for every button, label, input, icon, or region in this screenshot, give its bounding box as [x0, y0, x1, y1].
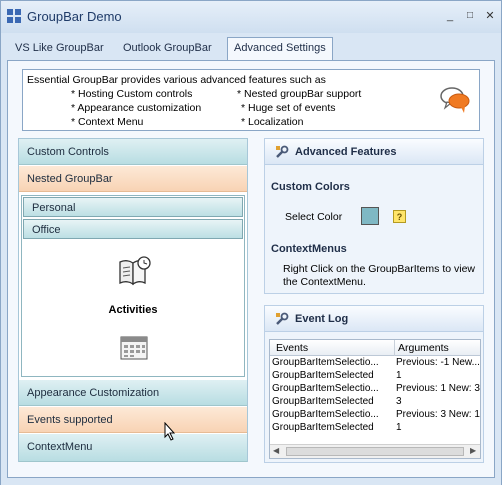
table-row[interactable]: GroupBarItemSelectio... Previous: 3 New: …	[270, 409, 480, 422]
groupbar-item-appearance-customization[interactable]: Appearance Customization	[19, 380, 247, 406]
info-box: Essential GroupBar provides various adva…	[22, 69, 480, 131]
tab-vs-like-groupbar[interactable]: VS Like GroupBar	[9, 38, 110, 60]
event-log-panel: Event Log Events Arguments GroupBarItemS…	[264, 305, 484, 463]
advanced-features-panel: Advanced Features Custom Colors Select C…	[264, 138, 484, 294]
chat-bubbles-icon	[440, 87, 470, 113]
nested-item-personal[interactable]: Personal	[23, 197, 243, 217]
close-button[interactable]: ✕	[483, 9, 497, 23]
mouse-pointer-icon	[164, 422, 176, 441]
contextmenus-description: Right Click on the GroupBarItems to view…	[283, 263, 475, 288]
tab-advanced-settings[interactable]: Advanced Settings	[227, 37, 333, 61]
table-row[interactable]: GroupBarItemSelected 3	[270, 396, 480, 409]
help-icon[interactable]: ?	[393, 210, 406, 223]
column-header-arguments[interactable]: Arguments	[398, 342, 449, 354]
feature-events: * Huge set of events	[241, 102, 336, 114]
custom-colors-heading: Custom Colors	[271, 181, 350, 193]
window-title: GroupBar Demo	[27, 9, 122, 24]
horizontal-scrollbar[interactable]: ◀ ▶	[270, 444, 480, 458]
app-window: GroupBar Demo _ □ ✕ VS Like GroupBar Out…	[0, 0, 502, 485]
column-header-events[interactable]: Events	[276, 342, 308, 354]
wrench-icon	[276, 145, 289, 158]
info-intro: Essential GroupBar provides various adva…	[27, 74, 326, 86]
app-grid-icon	[7, 9, 21, 23]
advanced-features-header[interactable]: Advanced Features	[265, 139, 483, 165]
groupbar-item-nested-groupbar[interactable]: Nested GroupBar	[19, 166, 247, 192]
tab-content: Essential GroupBar provides various adva…	[7, 60, 495, 478]
calendar-icon[interactable]	[120, 336, 148, 360]
activities-label: Activities	[108, 304, 158, 316]
minimize-button[interactable]: _	[443, 9, 457, 23]
table-row[interactable]: GroupBarItemSelectio... Previous: -1 New.…	[270, 357, 480, 370]
grid-header: Events Arguments	[270, 340, 480, 356]
title-bar: GroupBar Demo _ □ ✕	[1, 1, 501, 33]
maximize-button[interactable]: □	[463, 9, 477, 23]
nested-item-office[interactable]: Office	[23, 219, 243, 239]
groupbar-item-custom-controls[interactable]: Custom Controls	[19, 139, 247, 165]
nested-groupbar: Personal Office Activities	[21, 195, 245, 377]
feature-nested: * Nested groupBar support	[237, 88, 362, 100]
table-row[interactable]: GroupBarItemSelected 1	[270, 422, 480, 435]
feature-localization: * Localization	[241, 116, 304, 128]
contextmenus-heading: ContextMenus	[271, 243, 347, 255]
status-bar	[1, 478, 501, 485]
wrench-icon	[276, 312, 289, 325]
feature-hosting: * Hosting Custom controls	[71, 88, 193, 100]
event-log-grid[interactable]: Events Arguments GroupBarItemSelectio...…	[269, 339, 481, 459]
scroll-left-icon[interactable]: ◀	[273, 446, 279, 455]
book-clock-icon	[119, 256, 151, 286]
scrollbar-thumb[interactable]	[286, 447, 464, 456]
feature-context-menu: * Context Menu	[71, 116, 144, 128]
color-swatch-button[interactable]	[361, 207, 379, 225]
table-row[interactable]: GroupBarItemSelected 1	[270, 370, 480, 383]
event-log-header[interactable]: Event Log	[265, 306, 483, 332]
table-row[interactable]: GroupBarItemSelectio... Previous: 1 New: …	[270, 383, 480, 396]
select-color-label: Select Color	[285, 211, 343, 223]
event-log-title: Event Log	[295, 313, 349, 325]
groupbar: Custom Controls Nested GroupBar Personal…	[18, 138, 248, 462]
groupbar-item-contextmenu[interactable]: ContextMenu	[19, 434, 247, 462]
advanced-features-title: Advanced Features	[295, 146, 397, 158]
feature-appearance: * Appearance customization	[71, 102, 202, 114]
groupbar-item-events-supported[interactable]: Events supported	[19, 407, 247, 433]
scroll-right-icon[interactable]: ▶	[470, 446, 476, 455]
tab-outlook-groupbar[interactable]: Outlook GroupBar	[117, 38, 218, 60]
